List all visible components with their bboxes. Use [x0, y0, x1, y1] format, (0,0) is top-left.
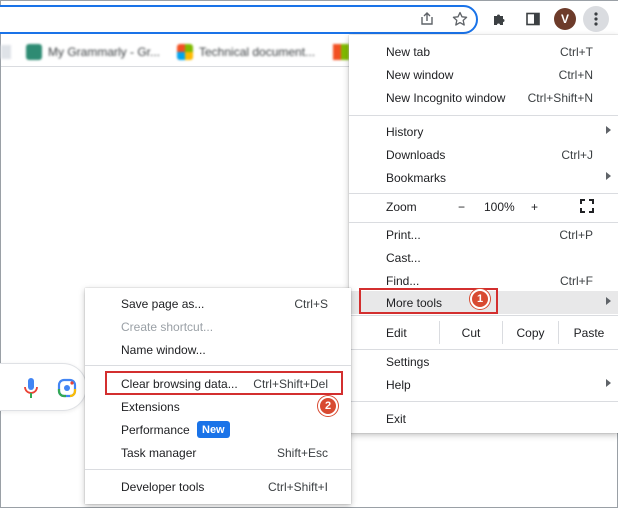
bookmark-star-icon[interactable] [452, 11, 468, 27]
menu-item-shortcut: Ctrl+P [559, 227, 593, 242]
zoom-in-button[interactable]: + [531, 200, 538, 214]
menu-item-developer-tools[interactable]: Developer tools Ctrl+Shift+I [85, 475, 351, 498]
chrome-menu-button[interactable] [583, 6, 609, 32]
bookmark-label: My Grammarly - Gr... [48, 45, 160, 59]
edit-label: Edit [386, 325, 407, 340]
submenu-arrow-icon [606, 126, 611, 134]
step-marker-2: 2 [318, 396, 338, 416]
menu-item-print[interactable]: Print... Ctrl+P [349, 223, 618, 246]
menu-item-label: Print... [386, 227, 421, 242]
menu-divider [349, 315, 618, 316]
kebab-menu-icon [594, 12, 598, 26]
more-tools-submenu: Save page as... Ctrl+S Create shortcut..… [85, 288, 351, 504]
voice-search-icon[interactable] [24, 378, 38, 401]
menu-divider [349, 115, 618, 116]
menu-divider [85, 469, 351, 470]
menu-item-label: History [386, 124, 424, 139]
zoom-label: Zoom [386, 199, 417, 214]
menu-item-label: Performance [121, 422, 190, 437]
bookmark-grammarly[interactable]: My Grammarly - Gr... [26, 44, 160, 60]
lens-search-icon[interactable] [57, 378, 77, 401]
zoom-level-value: 100% [484, 199, 515, 214]
cut-button[interactable]: Cut [439, 321, 502, 344]
submenu-arrow-icon [606, 379, 611, 387]
browser-toolbar: V [0, 1, 618, 37]
bookmark-technical-docs[interactable]: Technical document... [177, 44, 315, 60]
menu-item-settings[interactable]: Settings [349, 350, 618, 373]
paste-button[interactable]: Paste [558, 321, 618, 344]
new-badge: New [197, 421, 230, 438]
profile-avatar[interactable]: V [554, 8, 576, 30]
submenu-arrow-icon [606, 297, 611, 305]
menu-item-label: Help [386, 377, 411, 392]
menu-item-label: New window [386, 67, 454, 82]
menu-item-shortcut: Ctrl+J [561, 147, 593, 162]
menu-item-task-manager[interactable]: Task manager Shift+Esc [85, 441, 351, 464]
menu-item-label: Bookmarks [386, 170, 447, 185]
copy-button[interactable]: Copy [502, 321, 558, 344]
side-panel-icon[interactable] [523, 9, 543, 29]
menu-item-new-tab[interactable]: New tab Ctrl+T [349, 40, 618, 63]
share-icon[interactable] [419, 11, 435, 27]
menu-item-extensions[interactable]: Extensions [85, 395, 351, 418]
menu-item-performance[interactable]: Performance New [85, 418, 351, 441]
zoom-out-button[interactable]: − [458, 200, 465, 214]
menu-item-cast[interactable]: Cast... [349, 246, 618, 269]
menu-divider [349, 401, 618, 402]
bookmark-partial[interactable] [1, 45, 11, 59]
menu-item-label: Name window... [121, 342, 206, 357]
bookmark-label: Technical document... [199, 45, 316, 59]
menu-item-downloads[interactable]: Downloads Ctrl+J [349, 143, 618, 166]
submenu-arrow-icon [606, 172, 611, 180]
menu-item-shortcut: Ctrl+Shift+N [527, 90, 593, 105]
address-bar[interactable] [0, 5, 478, 34]
menu-item-shortcut: Ctrl+Shift+I [267, 479, 328, 494]
menu-divider [85, 365, 351, 366]
microsoft-favicon-icon [177, 44, 193, 60]
edit-row: Edit Cut Copy Paste [349, 321, 618, 344]
chrome-main-menu: New tab Ctrl+T New window Ctrl+N New Inc… [349, 35, 618, 433]
menu-item-help[interactable]: Help [349, 373, 618, 396]
menu-item-shortcut: Ctrl+F [560, 273, 593, 288]
menu-item-history[interactable]: History [349, 120, 618, 143]
menu-item-label: Find... [386, 273, 420, 288]
menu-item-label: Settings [386, 354, 430, 369]
highlight-box-clear-browsing [105, 371, 343, 395]
menu-item-label: Create shortcut... [121, 319, 214, 334]
menu-item-create-shortcut: Create shortcut... [85, 315, 351, 338]
extensions-puzzle-icon[interactable] [490, 9, 510, 29]
menu-item-label: Save page as... [121, 296, 205, 311]
menu-item-label: Exit [386, 411, 407, 426]
zoom-row: Zoom − 100% + [349, 195, 618, 218]
menu-item-shortcut: Ctrl+T [560, 44, 593, 59]
menu-divider [349, 193, 618, 194]
grammarly-favicon-icon [26, 44, 42, 60]
fullscreen-icon[interactable] [580, 199, 594, 216]
search-box[interactable] [0, 363, 87, 411]
bookmark-partial-icon[interactable] [333, 44, 349, 60]
menu-item-label: Downloads [386, 147, 446, 162]
menu-item-new-incognito[interactable]: New Incognito window Ctrl+Shift+N [349, 86, 618, 109]
menu-item-label: Cast... [386, 250, 421, 265]
menu-item-name-window[interactable]: Name window... [85, 338, 351, 361]
menu-item-shortcut: Ctrl+S [294, 296, 328, 311]
menu-item-label: Task manager [121, 445, 197, 460]
menu-item-label: Developer tools [121, 479, 205, 494]
menu-item-bookmarks[interactable]: Bookmarks [349, 166, 618, 189]
menu-item-shortcut: Ctrl+N [558, 67, 593, 82]
menu-item-exit[interactable]: Exit [349, 407, 618, 430]
menu-item-label: New tab [386, 44, 431, 59]
menu-item-save-page[interactable]: Save page as... Ctrl+S [85, 292, 351, 315]
step-marker-1: 1 [470, 289, 490, 309]
menu-item-label: New Incognito window [386, 90, 506, 105]
menu-item-label: Extensions [121, 399, 180, 414]
menu-item-shortcut: Shift+Esc [276, 445, 328, 460]
menu-item-new-window[interactable]: New window Ctrl+N [349, 63, 618, 86]
